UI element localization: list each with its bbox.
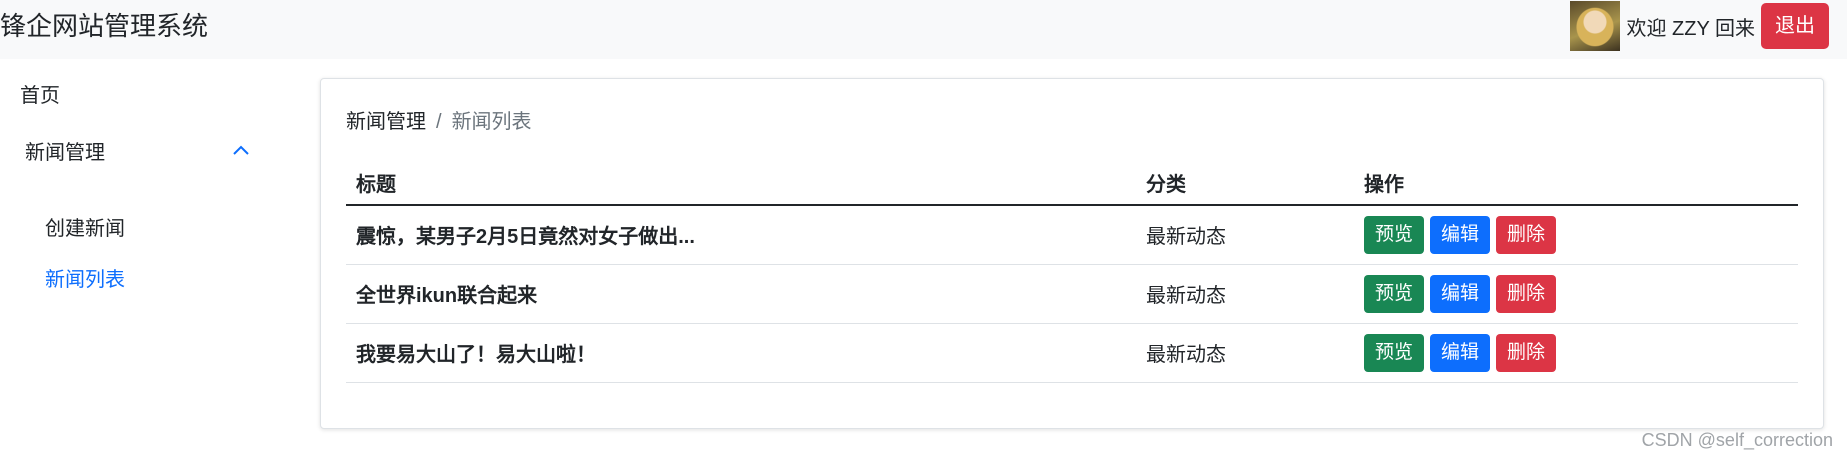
- content-card: 新闻管理 / 新闻列表 标题 分类 操作 震惊，某男子2月5日竟然对女子做出... …: [320, 78, 1824, 429]
- news-category: 最新动态: [1146, 226, 1226, 248]
- column-header-category: 分类: [1146, 174, 1186, 196]
- table-row: 全世界ikun联合起来 最新动态 预览 编辑 删除: [346, 265, 1798, 324]
- chevron-up-icon: [233, 145, 249, 155]
- top-header: 锋企网站管理系统 欢迎 ZZY 回来 退出: [0, 0, 1847, 59]
- preview-button[interactable]: 预览: [1364, 216, 1425, 254]
- breadcrumb-current: 新闻列表: [451, 111, 532, 133]
- news-title: 全世界ikun联合起来: [356, 285, 538, 307]
- user-avatar[interactable]: [1570, 1, 1621, 51]
- user-area: 欢迎 ZZY 回来 退出: [1570, 1, 1829, 51]
- table-header: 标题 分类 操作: [346, 159, 1798, 206]
- table-row: 震惊，某男子2月5日竟然对女子做出... 最新动态 预览 编辑 删除: [346, 206, 1798, 265]
- breadcrumb: 新闻管理 / 新闻列表: [346, 105, 532, 134]
- sidebar-group-label: 新闻管理: [25, 142, 105, 164]
- edit-button[interactable]: 编辑: [1430, 275, 1491, 313]
- breadcrumb-separator: /: [436, 111, 442, 133]
- row-actions: 预览 编辑 删除: [1364, 334, 1557, 372]
- watermark: CSDN @self_correction: [1641, 430, 1833, 450]
- logout-button[interactable]: 退出: [1761, 3, 1829, 49]
- column-header-actions: 操作: [1364, 174, 1404, 196]
- news-title: 我要易大山了！易大山啦！: [356, 344, 596, 366]
- row-actions: 预览 编辑 删除: [1364, 275, 1557, 313]
- delete-button[interactable]: 删除: [1496, 216, 1557, 254]
- preview-button[interactable]: 预览: [1364, 334, 1425, 372]
- column-header-title: 标题: [356, 174, 396, 196]
- row-actions: 预览 编辑 删除: [1364, 216, 1557, 254]
- sidebar-item-news-list[interactable]: 新闻列表: [45, 263, 125, 292]
- news-table: 标题 分类 操作 震惊，某男子2月5日竟然对女子做出... 最新动态 预览 编辑…: [346, 159, 1798, 383]
- news-category: 最新动态: [1146, 344, 1226, 366]
- news-title: 震惊，某男子2月5日竟然对女子做出...: [356, 226, 695, 248]
- delete-button[interactable]: 删除: [1496, 334, 1557, 372]
- sidebar-item-home[interactable]: 首页: [20, 79, 60, 108]
- edit-button[interactable]: 编辑: [1430, 334, 1491, 372]
- welcome-text: 欢迎 ZZY 回来: [1626, 17, 1755, 40]
- delete-button[interactable]: 删除: [1496, 275, 1557, 313]
- app-title: 锋企网站管理系统: [0, 11, 209, 41]
- breadcrumb-parent[interactable]: 新闻管理: [346, 111, 426, 133]
- sidebar-group-news-management[interactable]: 新闻管理: [25, 136, 255, 165]
- table-row: 我要易大山了！易大山啦！ 最新动态 预览 编辑 删除: [346, 324, 1798, 383]
- edit-button[interactable]: 编辑: [1430, 216, 1491, 254]
- preview-button[interactable]: 预览: [1364, 275, 1425, 313]
- news-category: 最新动态: [1146, 285, 1226, 307]
- sidebar-item-create-news[interactable]: 创建新闻: [45, 212, 125, 241]
